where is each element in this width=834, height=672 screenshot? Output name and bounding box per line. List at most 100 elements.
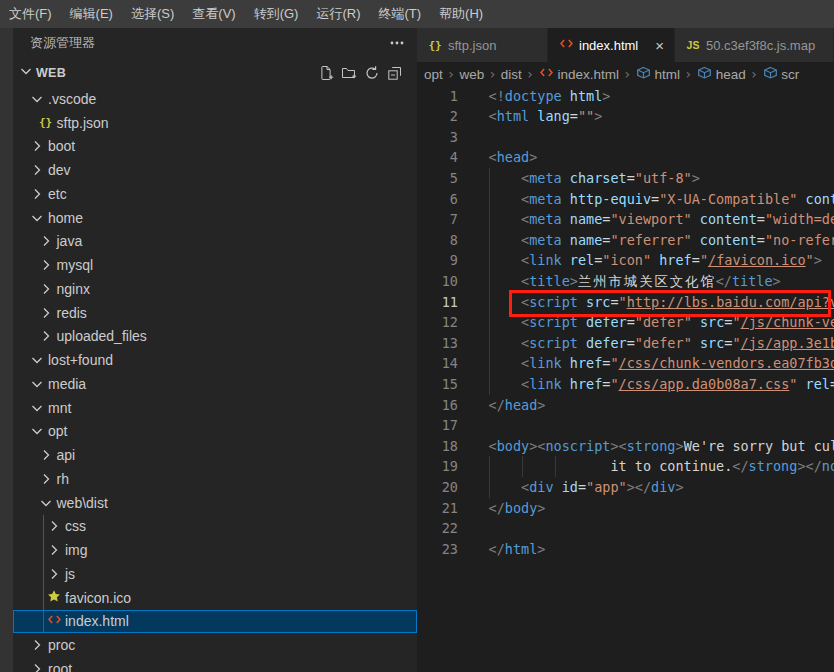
tree-item-home[interactable]: home — [13, 206, 417, 230]
json-file-icon: {} — [428, 39, 441, 52]
tree-item-img[interactable]: img — [13, 538, 417, 562]
tree-item-rh[interactable]: rh — [13, 467, 417, 491]
tree-item-.vscode[interactable]: .vscode — [13, 87, 417, 111]
menu-item-4[interactable]: 转到(G) — [245, 0, 308, 28]
code-text: <body><noscript><strong>We're sorry but … — [489, 436, 834, 457]
menu-item-5[interactable]: 运行(R) — [307, 0, 369, 28]
tree-item-css[interactable]: css — [13, 515, 417, 539]
tree-item-java[interactable]: java — [13, 230, 417, 254]
menu-item-2[interactable]: 选择(S) — [122, 0, 183, 28]
line-number: 13 — [417, 333, 458, 354]
close-icon[interactable]: × — [655, 38, 664, 53]
tree-item-mnt[interactable]: mnt — [13, 396, 417, 420]
line-number: 4 — [417, 147, 458, 168]
line-number: 8 — [417, 230, 458, 251]
chevron-down-icon — [29, 423, 45, 439]
code-line-21: 21</body> — [417, 498, 834, 519]
tree-item-label: redis — [57, 305, 87, 321]
code-line-13: 13 <script defer="defer" src="/js/app.3e… — [417, 333, 834, 354]
tree-item-label: uploaded_files — [57, 328, 147, 344]
chevron-down-icon — [29, 210, 45, 226]
breadcrumb-item-opt[interactable]: opt — [424, 67, 443, 82]
line-number: 9 — [417, 250, 458, 271]
breadcrumb-item-scr[interactable]: scr — [762, 66, 799, 82]
tree-item-js[interactable]: js — [13, 562, 417, 586]
chevron-down-icon — [18, 63, 34, 83]
refresh-icon[interactable] — [364, 65, 380, 81]
tree-item-redis[interactable]: redis — [13, 301, 417, 325]
tree-item-proc[interactable]: proc — [13, 633, 417, 657]
new-file-icon[interactable] — [318, 65, 334, 81]
collapse-all-icon[interactable] — [387, 65, 403, 81]
annotation-red-box — [509, 290, 831, 317]
menu-item-3[interactable]: 查看(V) — [183, 0, 244, 28]
tree-item-label: java — [57, 233, 83, 249]
file-icon — [46, 590, 62, 606]
breadcrumb-item-web[interactable]: web — [459, 67, 484, 82]
js-file-icon: JS — [687, 39, 700, 51]
tab-index.html[interactable]: index.html× — [548, 28, 675, 62]
explorer-title: 资源管理器 — [30, 34, 95, 52]
tree-item-label: opt — [48, 423, 67, 439]
code-text: it to continue.</strong></noscript> — [489, 456, 834, 477]
file-icon: {} — [38, 115, 54, 131]
chevron-right-icon — [46, 518, 62, 534]
tab-icon: {} — [427, 37, 443, 53]
tree-item-web-dist[interactable]: web\dist — [13, 491, 417, 515]
breadcrumb-item-dist[interactable]: dist — [501, 67, 522, 82]
code-line-19: 19 it to continue.</strong></noscript> — [417, 456, 834, 477]
tree-item-nginx[interactable]: nginx — [13, 277, 417, 301]
menu-item-7[interactable]: 帮助(H) — [430, 0, 492, 28]
tree-item-api[interactable]: api — [13, 443, 417, 467]
line-number: 12 — [417, 312, 458, 333]
code-text: <meta name="viewport" content="width=dev… — [489, 209, 834, 230]
tree-item-label: boot — [48, 138, 75, 154]
line-number: 3 — [417, 127, 458, 148]
menu-item-1[interactable]: 编辑(E) — [61, 0, 122, 28]
tree-item-boot[interactable]: boot — [13, 135, 417, 159]
html-file-icon — [47, 612, 62, 630]
tab-50.c3ef3f8c.js.map[interactable]: JS50.c3ef3f8c.js.map — [675, 28, 834, 62]
tree-item-opt[interactable]: opt — [13, 420, 417, 444]
line-number: 14 — [417, 353, 458, 374]
code-text: </head> — [489, 395, 546, 416]
tree-item-favicon.ico[interactable]: favicon.ico — [13, 586, 417, 610]
code-line-9: 9 <link rel="icon" href="/favicon.ico"> — [417, 250, 834, 271]
chevron-right-icon — [38, 447, 54, 463]
tree-item-label: .vscode — [48, 91, 96, 107]
code-text: <html lang=""> — [489, 106, 603, 127]
line-number: 7 — [417, 209, 458, 230]
tree-item-label: mysql — [57, 257, 94, 273]
menu-item-0[interactable]: 文件(F) — [0, 0, 61, 28]
breadcrumb-item-html[interactable]: html — [636, 66, 681, 82]
breadcrumb-item-index.html[interactable]: index.html — [538, 66, 619, 82]
line-number: 10 — [417, 271, 458, 292]
more-actions-icon[interactable] — [389, 35, 405, 51]
tree-item-index.html[interactable]: index.html — [13, 610, 417, 634]
tree-item-uploaded_files[interactable]: uploaded_files — [13, 325, 417, 349]
line-number: 15 — [417, 374, 458, 395]
new-folder-icon[interactable] — [341, 65, 357, 81]
code-line-22: 22 — [417, 518, 834, 539]
explorer-sidebar: 资源管理器 WEB .vscode{}sftp.jsonbootdevetcho… — [13, 28, 417, 672]
menu-item-6[interactable]: 终端(T) — [369, 0, 430, 28]
chevron-down-icon — [29, 400, 45, 416]
tree-item-label: favicon.ico — [65, 590, 131, 606]
tree-item-dev[interactable]: dev — [13, 158, 417, 182]
tree-item-label: root — [48, 661, 72, 672]
tree-item-sftp.json[interactable]: {}sftp.json — [13, 111, 417, 135]
tree-item-etc[interactable]: etc — [13, 182, 417, 206]
tree-item-root[interactable]: root — [13, 657, 417, 672]
tree-item-media[interactable]: media — [13, 372, 417, 396]
breadcrumb[interactable]: opt›web›dist›index.html›html›head›scr — [417, 62, 834, 86]
breadcrumb-item-head[interactable]: head — [697, 66, 746, 82]
html-file-icon — [559, 36, 574, 54]
tree-item-lost+found[interactable]: lost+found — [13, 348, 417, 372]
tree-item-label: etc — [48, 186, 67, 202]
chevron-right-icon — [38, 305, 54, 321]
chevron-right-icon — [46, 566, 62, 582]
tab-sftp.json[interactable]: {}sftp.json — [417, 28, 548, 62]
tree-item-mysql[interactable]: mysql — [13, 253, 417, 277]
title-bar: 文件(F)编辑(E)选择(S)查看(V)转到(G)运行(R)终端(T)帮助(H) — [0, 0, 834, 28]
html-file-icon — [539, 65, 554, 83]
